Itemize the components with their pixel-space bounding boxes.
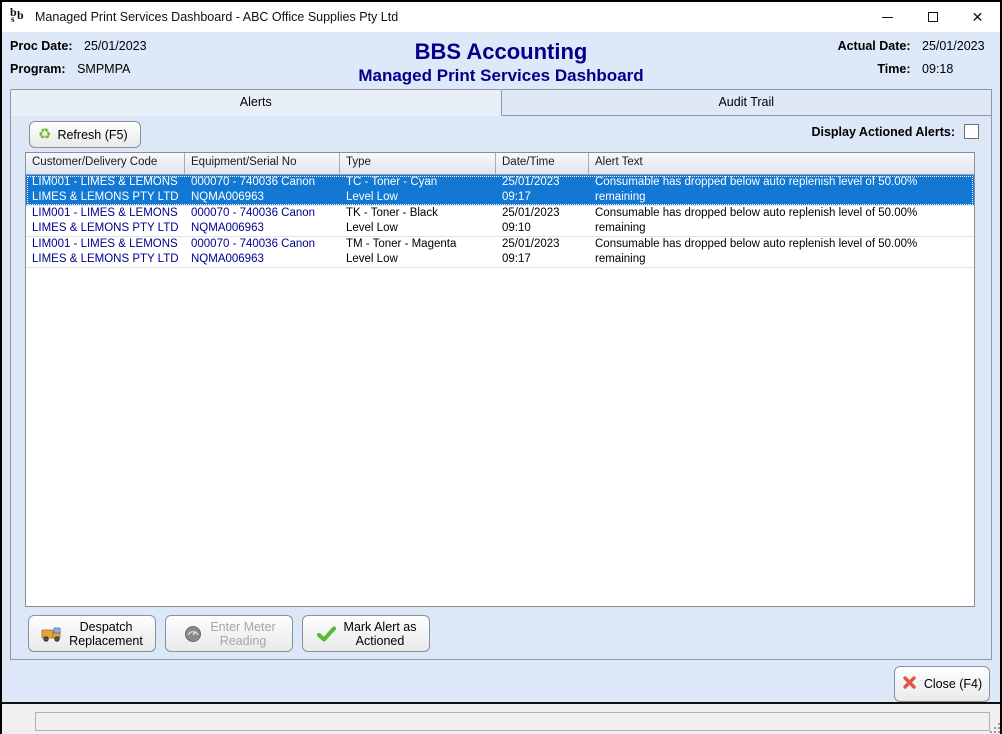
proc-date-value: 25/01/2023 — [84, 39, 147, 53]
cell-datetime: 25/01/202309:10 — [496, 206, 589, 236]
column-header-datetime[interactable]: Date/Time — [496, 153, 589, 174]
cell-equipment: 000070 - 740036 CanonNQMA006963 — [185, 206, 340, 236]
proc-date-label: Proc Date: — [10, 39, 73, 53]
table-row[interactable]: LIM001 - LIMES & LEMONSLIMES & LEMONS PT… — [26, 206, 974, 237]
header-left: Proc Date: 25/01/2023 Program: SMPMPA — [10, 39, 147, 85]
mark-alert-actioned-label: Mark Alert asActioned — [344, 620, 417, 648]
red-x-icon — [902, 675, 917, 693]
cell-customer: LIM001 - LIMES & LEMONSLIMES & LEMONS PT… — [26, 206, 185, 236]
window-controls: ✕ — [865, 2, 1000, 32]
despatch-replacement-button[interactable]: DespatchReplacement — [28, 615, 156, 652]
enter-meter-reading-button[interactable]: Enter MeterReading — [165, 615, 293, 652]
table-row[interactable]: LIM001 - LIMES & LEMONSLIMES & LEMONS PT… — [26, 175, 974, 206]
statusbar — [0, 702, 1002, 734]
cell-type: TM - Toner - MagentaLevel Low — [340, 237, 496, 267]
bbs-logo-icon: bbs — [10, 8, 28, 26]
cell-customer: LIM001 - LIMES & LEMONSLIMES & LEMONS PT… — [26, 237, 185, 267]
close-button[interactable]: Close (F4) — [894, 666, 990, 702]
maximize-icon — [928, 12, 938, 22]
cell-type: TC - Toner - CyanLevel Low — [340, 175, 496, 205]
table-row[interactable]: LIM001 - LIMES & LEMONSLIMES & LEMONS PT… — [26, 237, 974, 268]
close-window-button[interactable]: ✕ — [955, 2, 1000, 32]
refresh-label: Refresh (F5) — [57, 128, 127, 142]
cell-datetime: 25/01/202309:17 — [496, 175, 589, 205]
cell-datetime: 25/01/202309:17 — [496, 237, 589, 267]
actual-date-value: 25/01/2023 — [922, 39, 990, 53]
check-icon — [316, 623, 338, 645]
display-actioned-label: Display Actioned Alerts: — [811, 125, 955, 139]
minimize-button[interactable] — [865, 2, 910, 32]
column-header-equipment[interactable]: Equipment/Serial No — [185, 153, 340, 174]
close-button-label: Close (F4) — [924, 677, 982, 691]
recycle-icon: ♻ — [38, 127, 51, 142]
cell-customer: LIM001 - LIMES & LEMONSLIMES & LEMONS PT… — [26, 175, 185, 205]
table-body: LIM001 - LIMES & LEMONSLIMES & LEMONS PT… — [26, 175, 974, 268]
truck-icon — [41, 623, 63, 645]
cell-equipment: 000070 - 740036 CanonNQMA006963 — [185, 237, 340, 267]
display-actioned-checkbox[interactable] — [964, 124, 979, 139]
column-header-type[interactable]: Type — [340, 153, 496, 174]
table-header: Customer/Delivery Code Equipment/Serial … — [26, 153, 974, 175]
window-title: Managed Print Services Dashboard - ABC O… — [35, 10, 398, 24]
header-right: Actual Date: 25/01/2023 Time: 09:18 — [838, 39, 990, 85]
footer: Close (F4) — [2, 660, 1000, 704]
time-value: 09:18 — [922, 62, 990, 76]
cell-alert-text: Consumable has dropped below auto replen… — [589, 175, 974, 205]
tab-audit-trail[interactable]: Audit Trail — [502, 89, 993, 116]
actual-date-label: Actual Date: — [838, 39, 911, 53]
column-header-alert-text[interactable]: Alert Text — [589, 153, 974, 174]
header-band: Proc Date: 25/01/2023 Program: SMPMPA BB… — [2, 32, 1000, 89]
titlebar: bbs Managed Print Services Dashboard - A… — [2, 2, 1000, 32]
tab-alerts[interactable]: Alerts — [10, 89, 502, 116]
enter-meter-reading-label: Enter MeterReading — [210, 620, 275, 648]
cell-type: TK - Toner - BlackLevel Low — [340, 206, 496, 236]
refresh-button[interactable]: ♻ Refresh (F5) — [29, 121, 141, 148]
alerts-table: Customer/Delivery Code Equipment/Serial … — [25, 152, 975, 607]
mark-alert-actioned-button[interactable]: Mark Alert asActioned — [302, 615, 430, 652]
despatch-replacement-label: DespatchReplacement — [69, 620, 143, 648]
tabstrip: Alerts Audit Trail — [2, 89, 1000, 116]
time-label: Time: — [877, 62, 910, 76]
cell-alert-text: Consumable has dropped below auto replen… — [589, 206, 974, 236]
close-icon: ✕ — [972, 10, 984, 24]
cell-alert-text: Consumable has dropped below auto replen… — [589, 237, 974, 267]
action-buttons: DespatchReplacement Enter MeterReading — [28, 615, 430, 652]
toolbar: ♻ Refresh (F5) Display Actioned Alerts: — [11, 116, 991, 152]
column-header-customer[interactable]: Customer/Delivery Code — [26, 153, 185, 174]
display-actioned-group: Display Actioned Alerts: — [811, 124, 979, 139]
minimize-icon — [882, 17, 893, 18]
alerts-tab-panel: ♻ Refresh (F5) Display Actioned Alerts: … — [10, 116, 992, 660]
meter-icon — [182, 623, 204, 645]
maximize-button[interactable] — [910, 2, 955, 32]
program-value: SMPMPA — [77, 62, 130, 76]
cell-equipment: 000070 - 740036 CanonNQMA006963 — [185, 175, 340, 205]
status-message-panel — [35, 712, 990, 731]
app-window: bbs Managed Print Services Dashboard - A… — [0, 0, 1002, 734]
program-label: Program: — [10, 62, 66, 76]
resize-grip-icon[interactable] — [989, 721, 1001, 733]
